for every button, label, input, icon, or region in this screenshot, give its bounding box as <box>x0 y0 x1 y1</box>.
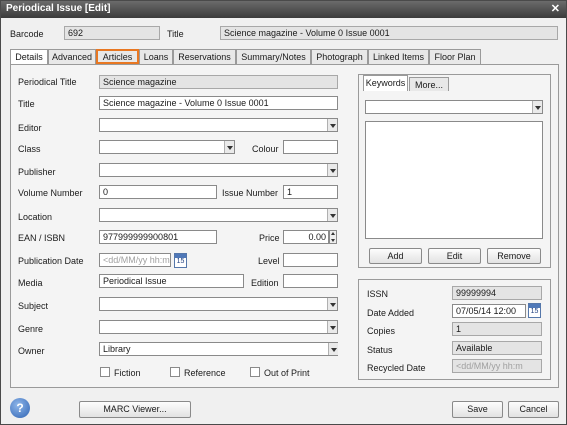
tab-photograph[interactable]: Photograph <box>311 49 368 64</box>
issn-field: 99999994 <box>452 286 542 300</box>
tab-loans[interactable]: Loans <box>139 49 173 64</box>
issn-label: ISSN <box>367 289 389 299</box>
out-of-print-checkbox[interactable] <box>250 367 260 377</box>
issue-number-label: Issue Number <box>222 188 279 198</box>
price-input[interactable]: 0.00 <box>283 230 329 244</box>
tab-advanced[interactable]: Advanced <box>48 49 96 64</box>
class-label: Class <box>18 144 41 154</box>
calendar-icon[interactable]: 15 <box>174 253 187 268</box>
recycled-date-label: Recycled Date <box>367 363 426 373</box>
publisher-label: Publisher <box>18 167 56 177</box>
media-label: Media <box>18 278 43 288</box>
publication-date-label: Publication Date <box>18 256 84 266</box>
reference-checkbox[interactable] <box>170 367 180 377</box>
location-dropdown[interactable] <box>99 208 338 222</box>
periodical-title-field: Science magazine <box>99 75 338 89</box>
tab-summary-notes[interactable]: Summary/Notes <box>236 49 311 64</box>
chevron-down-icon <box>327 298 337 310</box>
chevron-down-icon <box>532 101 542 113</box>
edit-keyword-button[interactable]: Edit <box>428 248 481 264</box>
tab-reservations[interactable]: Reservations <box>173 49 236 64</box>
ean-isbn-input[interactable]: 977999999900801 <box>99 230 217 244</box>
edition-input[interactable] <box>283 274 338 288</box>
price-label: Price <box>259 233 280 243</box>
publisher-dropdown[interactable] <box>99 163 338 177</box>
status-field: Available <box>452 341 542 355</box>
genre-label: Genre <box>18 324 44 334</box>
recycled-date-field: <dd/MM/yy hh:m <box>452 359 542 373</box>
owner-dropdown[interactable]: Library <box>99 342 338 356</box>
price-stepper[interactable] <box>329 230 337 244</box>
ean-isbn-label: EAN / ISBN <box>18 233 66 243</box>
date-added-field[interactable]: 07/05/14 12:00 <box>452 304 526 318</box>
chevron-down-icon <box>327 164 337 176</box>
edit-window: Periodical Issue [Edit] ✕ Barcode 692 Ti… <box>0 0 567 425</box>
title-label: Title <box>18 99 35 109</box>
close-icon[interactable]: ✕ <box>551 2 560 15</box>
copies-field: 1 <box>452 322 542 336</box>
chevron-down-icon <box>224 141 234 153</box>
volume-number-label: Volume Number <box>18 188 83 198</box>
status-label: Status <box>367 345 393 355</box>
chevron-down-icon <box>327 321 337 333</box>
tab-more[interactable]: More... <box>409 77 449 91</box>
barcode-label: Barcode <box>10 29 44 39</box>
volume-number-input[interactable]: 0 <box>99 185 217 199</box>
keywords-list[interactable] <box>365 121 543 239</box>
reference-label: Reference <box>184 368 226 378</box>
class-dropdown[interactable] <box>99 140 235 154</box>
tab-linked-items[interactable]: Linked Items <box>368 49 429 64</box>
genre-dropdown[interactable] <box>99 320 338 334</box>
window-title: Periodical Issue [Edit] <box>6 3 111 14</box>
colour-input[interactable] <box>283 140 338 154</box>
remove-keyword-button[interactable]: Remove <box>487 248 541 264</box>
marc-viewer-button[interactable]: MARC Viewer... <box>79 401 191 418</box>
fiction-checkbox[interactable] <box>100 367 110 377</box>
help-icon[interactable]: ? <box>10 398 30 418</box>
out-of-print-label: Out of Print <box>264 368 310 378</box>
periodical-title-label: Periodical Title <box>18 77 77 87</box>
subject-label: Subject <box>18 301 49 311</box>
tab-keywords[interactable]: Keywords <box>363 75 408 91</box>
edition-label: Edition <box>251 278 279 288</box>
chevron-down-icon <box>327 209 337 221</box>
copies-label: Copies <box>367 326 396 336</box>
save-button[interactable]: Save <box>452 401 503 418</box>
colour-label: Colour <box>252 144 279 154</box>
tab-details[interactable]: Details <box>10 49 48 65</box>
publication-date-input[interactable]: <dd/MM/yy hh:m <box>99 253 171 267</box>
owner-label: Owner <box>18 346 45 356</box>
title-bar: Periodical Issue [Edit] ✕ <box>1 1 566 18</box>
date-added-label: Date Added <box>367 308 415 318</box>
barcode-field: 692 <box>64 26 160 40</box>
location-label: Location <box>18 212 53 222</box>
calendar-icon[interactable]: 15 <box>528 303 541 318</box>
tab-articles[interactable]: Articles <box>96 49 139 64</box>
level-input[interactable] <box>283 253 338 267</box>
chevron-down-icon <box>327 119 337 131</box>
editor-label: Editor <box>18 123 42 133</box>
editor-dropdown[interactable] <box>99 118 338 132</box>
issue-number-input[interactable]: 1 <box>283 185 338 199</box>
chevron-down-icon[interactable] <box>328 343 338 355</box>
title-input[interactable]: Science magazine - Volume 0 Issue 0001 <box>99 96 338 110</box>
level-label: Level <box>258 256 280 266</box>
media-input[interactable]: Periodical Issue <box>99 274 244 288</box>
add-keyword-button[interactable]: Add <box>369 248 422 264</box>
keyword-dropdown[interactable] <box>365 100 543 114</box>
cancel-button[interactable]: Cancel <box>508 401 559 418</box>
tab-floor-plan[interactable]: Floor Plan <box>429 49 481 64</box>
title-header-field: Science magazine - Volume 0 Issue 0001 <box>220 26 558 40</box>
fiction-label: Fiction <box>114 368 141 378</box>
subject-dropdown[interactable] <box>99 297 338 311</box>
title-header-label: Title <box>167 29 184 39</box>
